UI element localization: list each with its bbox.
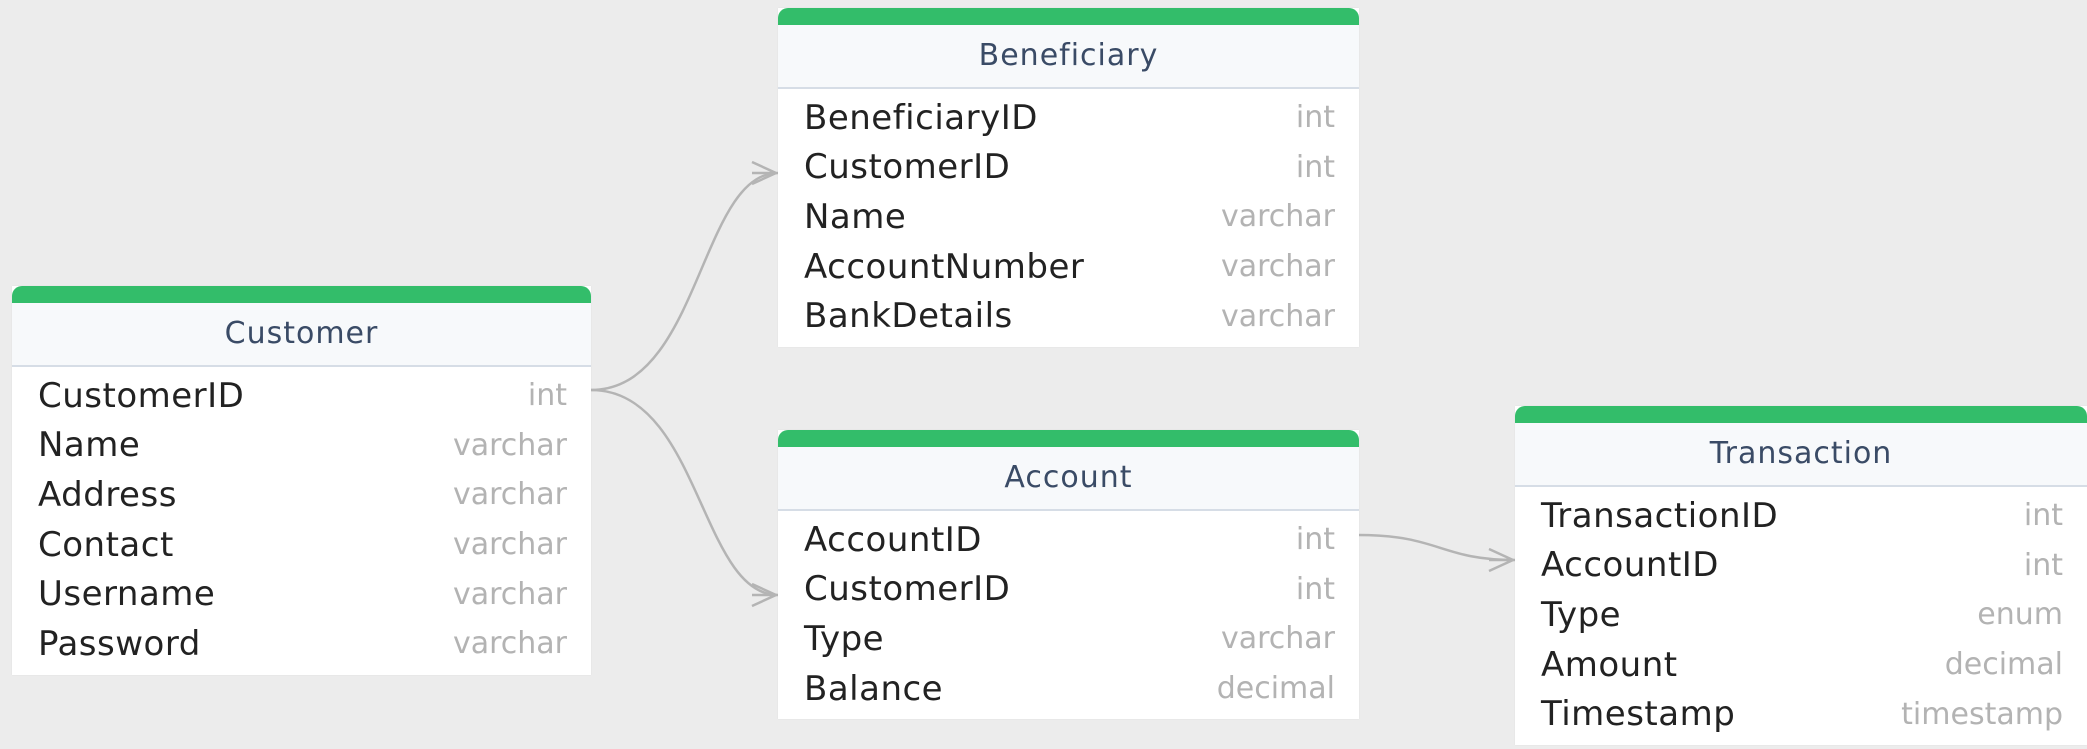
crowfoot-transaction-icon (1488, 547, 1517, 573)
crowfoot-account-icon (751, 582, 780, 608)
field-name: TransactionID (1541, 495, 1779, 536)
field-row[interactable]: Type enum (1515, 590, 2087, 640)
field-row[interactable]: BankDetails varchar (778, 291, 1359, 341)
field-type: int (1295, 571, 1335, 607)
field-name: BankDetails (804, 296, 1013, 337)
field-name: AccountID (804, 519, 982, 560)
field-name: Address (38, 474, 177, 515)
table-customer[interactable]: Customer CustomerID int Name varchar Add… (12, 286, 591, 675)
field-type: timestamp (1901, 696, 2063, 732)
field-name: Name (804, 196, 907, 237)
field-name: CustomerID (804, 147, 1011, 188)
field-type: int (2023, 498, 2063, 534)
field-name: BeneficiaryID (804, 97, 1038, 138)
table-beneficiary[interactable]: Beneficiary BeneficiaryID int CustomerID… (778, 8, 1359, 347)
field-row[interactable]: Username varchar (12, 569, 591, 619)
field-type: varchar (452, 576, 567, 612)
field-list: TransactionID int AccountID int Type enu… (1515, 487, 2087, 745)
field-name: Type (804, 618, 885, 659)
table-account[interactable]: Account AccountID int CustomerID int Typ… (778, 430, 1359, 720)
field-name: Type (1541, 594, 1622, 635)
field-type: int (1295, 149, 1335, 185)
table-title[interactable]: Customer (12, 303, 591, 367)
table-title[interactable]: Beneficiary (778, 25, 1359, 89)
field-row[interactable]: Balance decimal (778, 664, 1359, 714)
table-accent-bar (778, 8, 1359, 25)
field-type: decimal (1216, 671, 1335, 707)
field-row[interactable]: Type varchar (778, 614, 1359, 664)
table-title[interactable]: Transaction (1515, 423, 2087, 487)
field-type: varchar (452, 527, 567, 563)
field-type: int (527, 378, 567, 414)
field-name: CustomerID (38, 375, 245, 416)
field-type: varchar (1220, 249, 1335, 285)
table-accent-bar (1515, 406, 2087, 423)
table-transaction[interactable]: Transaction TransactionID int AccountID … (1515, 406, 2087, 745)
field-row[interactable]: BeneficiaryID int (778, 93, 1359, 143)
field-row[interactable]: AccountID int (778, 515, 1359, 565)
crowfoot-beneficiary-icon (751, 160, 780, 186)
field-name: Amount (1541, 644, 1678, 685)
field-row[interactable]: Timestamp timestamp (1515, 689, 2087, 739)
field-row[interactable]: TransactionID int (1515, 491, 2087, 541)
field-row[interactable]: AccountID int (1515, 541, 2087, 591)
field-row[interactable]: CustomerID int (778, 143, 1359, 193)
field-type: int (2023, 547, 2063, 583)
table-accent-bar (12, 286, 591, 303)
field-row[interactable]: AccountNumber varchar (778, 242, 1359, 292)
field-list: CustomerID int Name varchar Address varc… (12, 367, 591, 675)
field-type: varchar (452, 477, 567, 513)
field-name: AccountNumber (804, 246, 1085, 287)
field-row[interactable]: Address varchar (12, 470, 591, 520)
connector-customer-beneficiary[interactable] (590, 171, 779, 392)
field-row[interactable]: CustomerID int (778, 565, 1359, 615)
field-type: decimal (1944, 647, 2063, 683)
field-list: AccountID int CustomerID int Type varcha… (778, 511, 1359, 719)
field-row[interactable]: Name varchar (778, 192, 1359, 242)
field-name: Password (38, 623, 201, 664)
connector-account-transaction[interactable] (1357, 533, 1516, 562)
field-type: int (1295, 522, 1335, 558)
field-type: varchar (452, 427, 567, 463)
field-type: varchar (1220, 199, 1335, 235)
field-name: Balance (804, 668, 944, 709)
field-name: Name (38, 425, 141, 466)
field-name: CustomerID (804, 569, 1011, 610)
field-row[interactable]: CustomerID int (12, 371, 591, 421)
field-name: AccountID (1541, 545, 1719, 586)
field-type: varchar (1220, 298, 1335, 334)
field-row[interactable]: Amount decimal (1515, 640, 2087, 690)
field-name: Timestamp (1541, 694, 1736, 735)
table-title[interactable]: Account (778, 447, 1359, 511)
field-name: Username (38, 574, 216, 615)
field-type: int (1295, 100, 1335, 136)
field-row[interactable]: Password varchar (12, 619, 591, 669)
field-row[interactable]: Contact varchar (12, 520, 591, 570)
field-type: varchar (1220, 621, 1335, 657)
field-row[interactable]: Name varchar (12, 421, 591, 471)
field-list: BeneficiaryID int CustomerID int Name va… (778, 89, 1359, 347)
table-accent-bar (778, 430, 1359, 447)
connector-customer-account[interactable] (590, 388, 779, 597)
field-type: enum (1977, 597, 2063, 633)
field-name: Contact (38, 524, 174, 565)
field-type: varchar (452, 626, 567, 662)
